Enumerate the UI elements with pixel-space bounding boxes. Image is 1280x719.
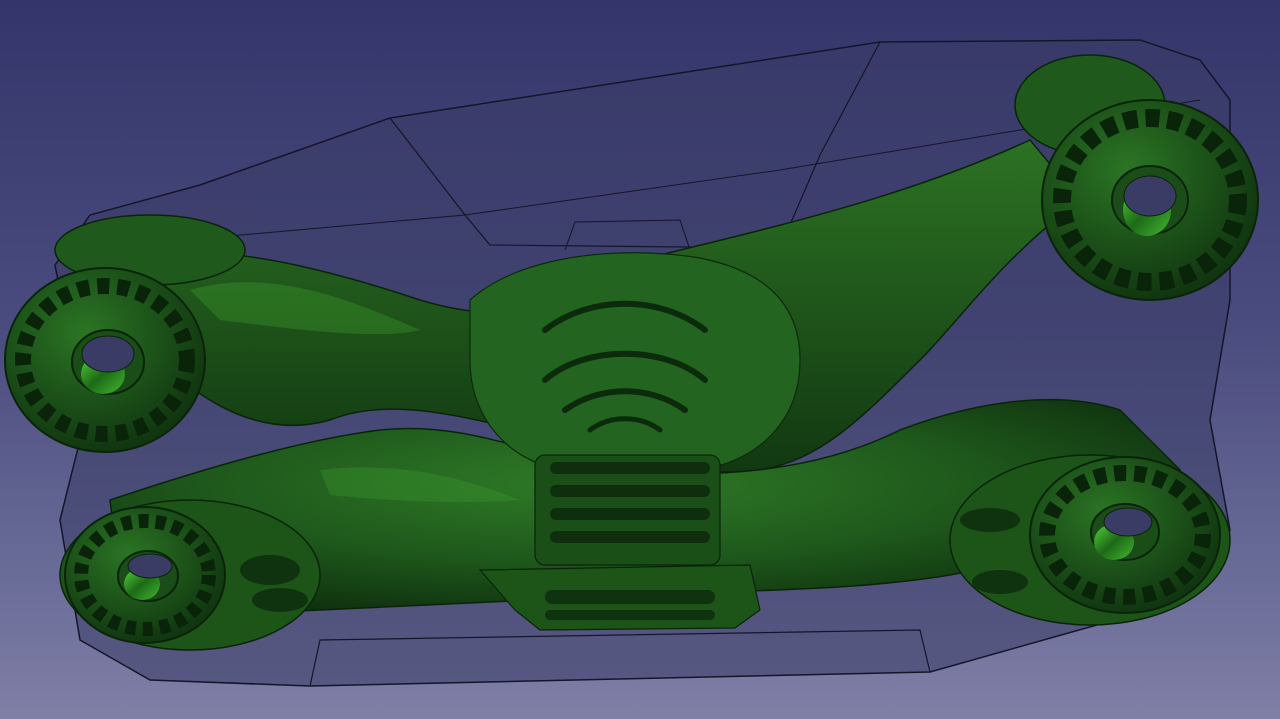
- boss-bottom-left[interactable]: [59, 499, 321, 651]
- boss-bottom-right[interactable]: [949, 454, 1231, 626]
- cad-viewport[interactable]: [0, 0, 1280, 719]
- 3d-scene[interactable]: [0, 0, 1280, 719]
